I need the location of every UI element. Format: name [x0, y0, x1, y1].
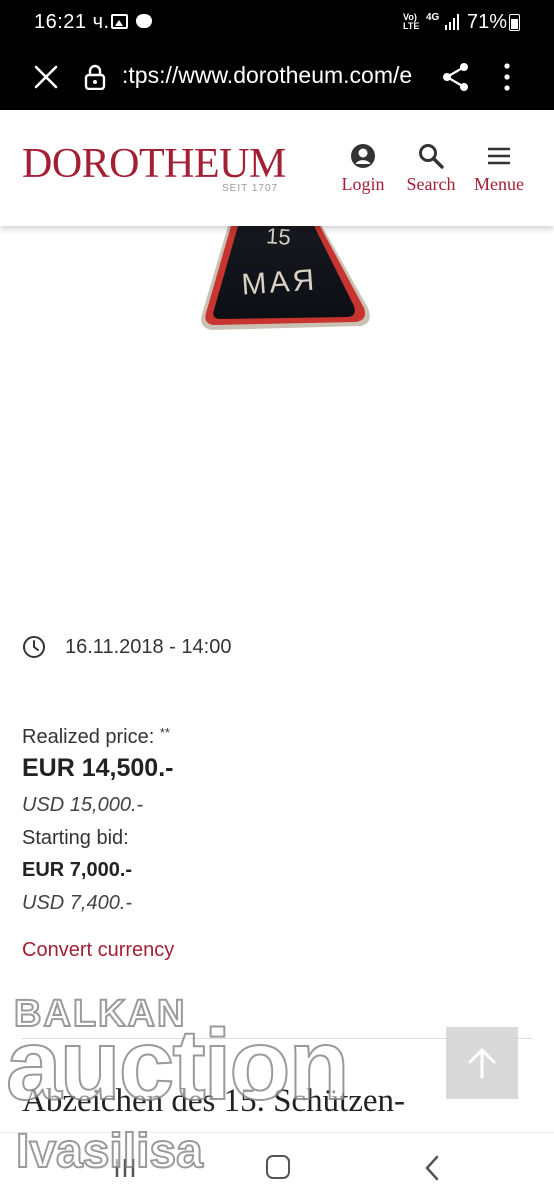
status-bar: 16:21 ч. Vo) LTE 4G 71%: [0, 0, 554, 46]
message-icon: [136, 14, 152, 28]
realized-price-label: Realized price: **: [22, 720, 170, 750]
starting-bid-label: Starting bid:: [22, 827, 129, 849]
browser-url-bar: :tps://www.dorotheum.com/e: [0, 46, 554, 110]
more-vert-icon[interactable]: [497, 60, 517, 94]
starting-bid-eur: EUR 7,000.-: [22, 859, 133, 881]
battery-percent: 71%: [467, 11, 508, 33]
login-label: Login: [341, 174, 385, 194]
recent-apps-icon[interactable]: [112, 1157, 138, 1179]
logo-tagline: SEIT 1707: [222, 183, 279, 194]
menu-label: Menue: [474, 174, 524, 194]
item-image[interactable]: 15 МАЯ: [190, 226, 380, 336]
hamburger-menu-icon: [488, 147, 510, 165]
arrow-up-icon: [468, 1048, 496, 1079]
user-icon: [351, 144, 375, 168]
lock-icon[interactable]: [84, 64, 106, 90]
realized-price-label-text: Realized price:: [22, 726, 155, 748]
url-text[interactable]: :tps://www.dorotheum.com/e: [122, 62, 422, 94]
site-header: DOROTHEUM SEIT 1707 Login Search Menue: [0, 110, 554, 226]
signal-icon: [445, 14, 459, 30]
convert-currency-link[interactable]: Convert currency: [22, 937, 174, 963]
scroll-to-top-button[interactable]: [446, 1027, 518, 1099]
battery-icon: [509, 14, 520, 31]
network-label: Vo) LTE: [403, 12, 420, 31]
status-time: 16:21 ч.: [34, 11, 110, 33]
realized-price-footnote-mark: **: [159, 725, 170, 740]
auction-date: 16.11.2018 - 14:00: [65, 636, 232, 658]
starting-bid-usd: USD 7,400.-: [22, 892, 133, 914]
search-button[interactable]: Search: [402, 142, 460, 195]
search-icon: [419, 144, 444, 169]
home-icon[interactable]: [266, 1155, 290, 1179]
realized-price-eur: EUR 14,500.-: [22, 754, 174, 782]
image-icon: [111, 14, 128, 29]
realized-price-usd: USD 15,000.-: [22, 794, 144, 816]
menu-button[interactable]: Menue: [471, 142, 527, 195]
system-navigation-bar: [0, 1132, 554, 1200]
watermark-balkan: BALKAN: [13, 992, 187, 1036]
site-logo[interactable]: DOROTHEUM: [22, 140, 286, 188]
network-type-label: 4G: [426, 12, 440, 23]
clock-icon: [23, 636, 45, 658]
badge-number: 15: [265, 226, 291, 250]
share-icon[interactable]: [442, 62, 470, 92]
search-label: Search: [406, 174, 456, 194]
badge-month: МАЯ: [240, 263, 318, 301]
close-icon[interactable]: [32, 63, 60, 91]
back-icon[interactable]: [422, 1155, 442, 1181]
login-button[interactable]: Login: [338, 142, 388, 195]
